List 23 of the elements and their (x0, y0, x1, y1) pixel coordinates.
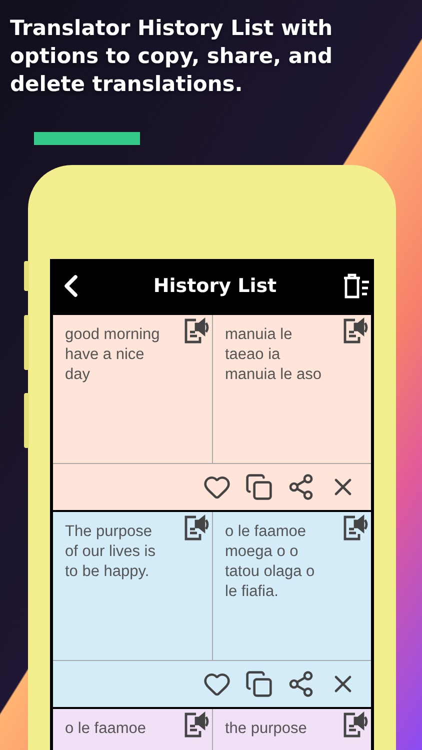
share-button[interactable] (287, 670, 315, 698)
speak-button[interactable] (341, 711, 369, 739)
copy-button[interactable] (245, 473, 273, 501)
copy-icon (245, 473, 273, 501)
speak-button[interactable] (182, 711, 210, 739)
share-icon (287, 670, 315, 698)
headline: Translator History List with options to copy, share, and delete translations. (9, 15, 334, 98)
speak-button[interactable] (182, 514, 210, 542)
screen-title: History List (153, 275, 277, 297)
copy-icon (245, 670, 273, 698)
translated-text: o le faamoe moega o o tatou olaga o le fiafia. (225, 522, 316, 602)
share-icon (287, 473, 315, 501)
source-text: o le faamoe (65, 719, 147, 739)
speak-button[interactable] (341, 317, 369, 345)
source-text: good morning have a nice day (65, 325, 161, 385)
speak-button[interactable] (182, 317, 210, 345)
translated-text: manuia le taeao ia manuia le aso (225, 325, 323, 385)
translated-text: the purpose (225, 719, 308, 739)
share-button[interactable] (287, 473, 315, 501)
speak-button[interactable] (341, 514, 369, 542)
source-text: The purpose of our lives is to be happy. (65, 522, 156, 582)
copy-button[interactable] (245, 670, 273, 698)
delete-all-button[interactable] (341, 273, 371, 299)
